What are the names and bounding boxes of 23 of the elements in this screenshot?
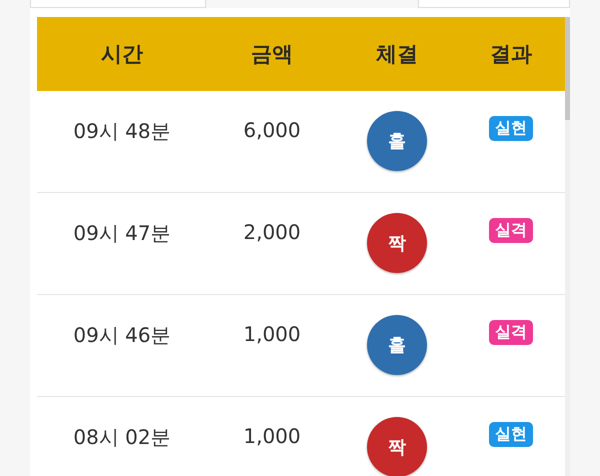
time-cell-text: 08시 02분 [72,424,172,451]
column-header: 체결 [375,41,419,68]
column-header: 금액 [250,41,294,68]
time-cell-text: 09시 48분 [72,118,172,145]
result-badge: 실현 [489,116,533,141]
scrollbar-thumb[interactable] [565,17,570,120]
bet-ball: 짝 [367,213,427,273]
amount-cell-text: 2,000 [242,219,302,244]
bet-ball: 홀 [367,315,427,375]
bet-ball: 홀 [367,111,427,171]
result-badge: 실격 [489,218,533,243]
amount-cell-text: 1,000 [242,321,302,346]
time-cell-text: 09시 46분 [72,322,172,349]
time-cell-text: 09시 47분 [72,220,172,247]
tab-frame[interactable] [418,0,570,8]
bet-ball: 짝 [367,417,427,476]
tab-frame[interactable] [30,0,206,8]
column-header: 시간 [100,41,144,68]
result-badge: 실현 [489,422,533,447]
amount-cell-text: 1,000 [242,423,302,448]
result-badge: 실격 [489,320,533,345]
column-header: 결과 [489,41,533,68]
amount-cell-text: 6,000 [242,117,302,142]
